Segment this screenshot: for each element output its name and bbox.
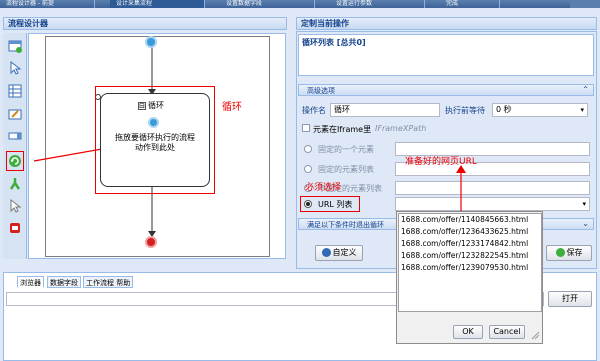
save-button[interactable]: 保存 [546,245,592,261]
tab-step-1[interactable]: 流程设计器 - 前提 [0,0,95,8]
radio-single-element[interactable] [304,145,312,153]
loop-tool-icon[interactable] [6,151,24,171]
extract-data-icon[interactable] [8,84,22,98]
loop-node-title: 循环 [148,101,164,110]
dropdown-arrow-icon: ▾ [580,106,584,114]
open-button[interactable]: 打开 [548,291,592,307]
start-node-icon[interactable] [145,36,157,48]
search-icon[interactable] [570,0,600,8]
advanced-header[interactable]: 高级选项 ⌃ [298,84,594,96]
loop-node-header: ⊟ 循环 [138,100,164,111]
url-item: 1688.com/offer/1239079530.html [401,263,529,272]
op-name-label: 操作名 [302,106,326,115]
open-page-icon[interactable] [8,39,22,53]
loop-hint: 拖放要循环执行的流程动作到此处 [115,133,195,152]
url-item: 1688.com/offer/1236433625.html [401,227,529,236]
loop-list-label: 循环列表 [总共0] [302,38,366,47]
unfixed-list-field[interactable] [395,181,590,195]
select-option-icon[interactable] [8,129,22,143]
url-item: 1688.com/offer/1232822545.html [401,251,529,260]
input-text-icon[interactable] [8,107,22,121]
url-list-textarea[interactable]: 1688.com/offer/1140845663.html 1688.com/… [398,213,542,312]
right-title: 定制当前操作 [301,19,349,28]
loop-list-box[interactable]: 循环列表 [总共0] [298,34,594,76]
op-name-input[interactable]: 循环 [330,103,440,117]
tab-step-4[interactable]: 设置运行参数 [330,0,425,8]
popup-cancel-button[interactable]: Cancel [489,325,525,339]
exit-condition-label: 满足以下条件时退出循环 [307,221,384,229]
right-header: 定制当前操作 [296,17,597,30]
custom-button[interactable]: 自定义 [315,245,363,261]
end-node-icon[interactable] [145,236,157,248]
tab-step-2[interactable]: 设计采集流程 [110,0,205,8]
radio-url-list-label: URL 列表 [318,200,353,209]
advanced-label: 高级选项 [307,87,335,95]
tab-step-5[interactable]: 完成 [440,0,500,8]
url-item: 1688.com/offer/1233174842.html [401,239,529,248]
designer-header: 流程设计器 [3,17,287,30]
mouse-hover-icon[interactable] [8,199,22,213]
resize-grip-icon[interactable] [530,330,540,340]
iframe-xpath-label: IFrameXPath [375,124,427,133]
tab-data-fields[interactable]: 数据字段 [47,276,81,288]
designer-title: 流程设计器 [8,19,48,28]
end-loop-icon[interactable] [8,221,22,235]
tab-browser[interactable]: 浏览器 [17,276,44,288]
radio-fixed-list-label: 固定的元素列表 [318,165,374,174]
loop-start-icon [148,117,159,128]
save-icon [555,248,565,257]
url-dropdown-icon[interactable]: ▾ [582,198,586,210]
custom-icon [321,248,331,257]
collapse-icon[interactable]: ⊟ [138,101,146,110]
iframe-checkbox[interactable] [302,124,310,132]
iframe-label: 元素在Iframe里 [313,125,372,134]
annotation-loop: 循环 [222,102,242,113]
radio-url-list[interactable] [304,200,312,208]
wait-label: 执行前等待 [445,106,485,115]
collapse-up-icon[interactable]: ⌃ [582,85,589,94]
popup-ok-button[interactable]: OK [453,325,483,339]
tab-step-3[interactable]: 设置数据字段 [220,0,315,8]
url-list-field[interactable]: ▾ [395,197,590,211]
expand-down-icon[interactable]: ⌄ [582,219,589,228]
wait-select[interactable]: 0 秒 ▾ [492,103,588,117]
custom-button-label: 自定义 [332,248,357,257]
radio-fixed-list[interactable] [304,165,312,173]
click-element-icon[interactable] [8,61,22,75]
annotation-arrow [456,165,466,213]
annotation-required: 必须选择 [305,183,342,193]
radio-single-label: 固定的一个元素 [318,145,374,154]
tab-workflow-help[interactable]: 工作流程 帮助 [83,276,134,288]
url-item: 1688.com/offer/1140845663.html [401,215,529,224]
branch-condition-icon[interactable] [8,177,22,191]
wait-value: 0 秒 [496,105,512,114]
save-button-label: 保存 [566,248,583,257]
designer-toolbar [3,33,27,259]
